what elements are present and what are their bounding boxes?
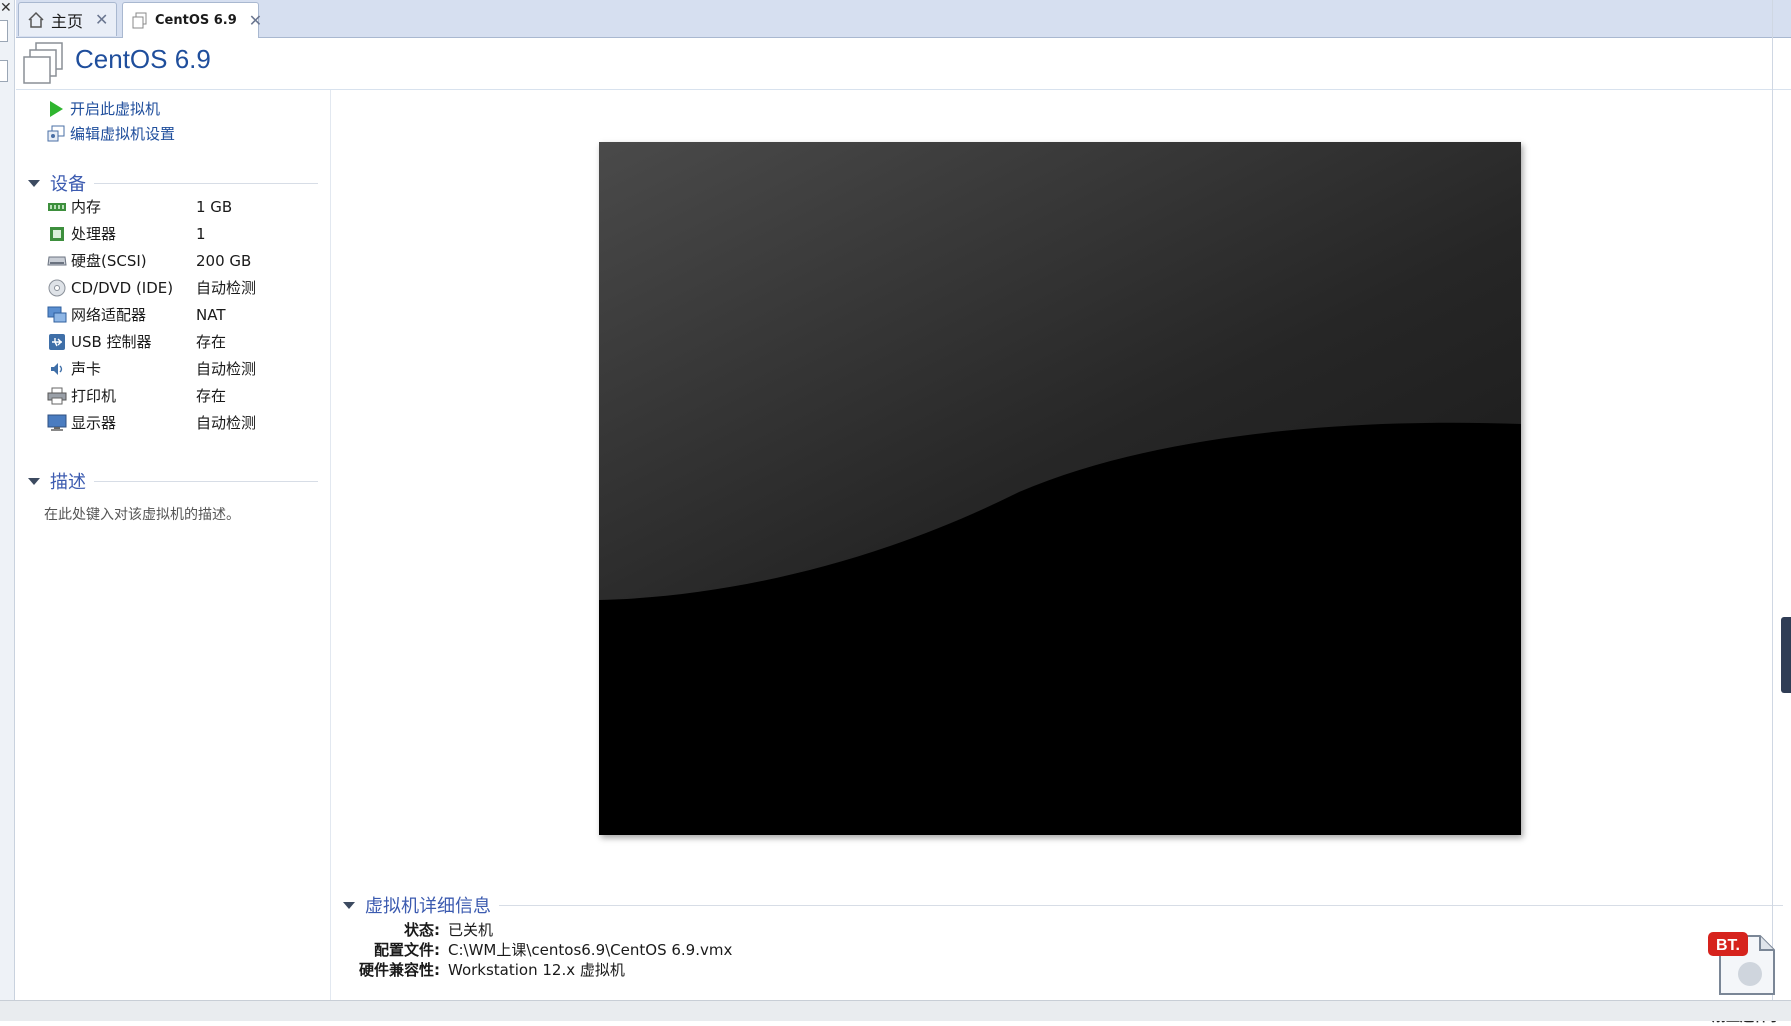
device-row-printer[interactable]: 打印机 存在 bbox=[46, 383, 326, 408]
close-icon[interactable]: ✕ bbox=[249, 11, 262, 30]
edit-settings-label: 编辑虚拟机设置 bbox=[70, 125, 176, 143]
device-value: 1 bbox=[196, 224, 206, 243]
pane-edge-control[interactable] bbox=[0, 60, 8, 82]
home-icon bbox=[27, 10, 45, 30]
divider bbox=[94, 182, 318, 184]
vm-tab-icon bbox=[131, 11, 149, 31]
page-title: CentOS 6.9 bbox=[75, 44, 211, 74]
description-section-header[interactable]: 描述 bbox=[28, 468, 318, 494]
memory-icon bbox=[46, 197, 68, 217]
cd-dvd-icon bbox=[46, 278, 68, 298]
close-icon[interactable]: ✕ bbox=[95, 10, 108, 29]
sound-card-icon bbox=[46, 359, 68, 379]
hard-disk-icon bbox=[46, 251, 68, 271]
tab-label: 主页 bbox=[51, 11, 84, 31]
tab-bar: 主页 ✕ CentOS 6.9 ✕ bbox=[16, 0, 1791, 38]
device-row-display[interactable]: 显示器 自动检测 bbox=[46, 410, 326, 435]
device-name: 网络适配器 bbox=[71, 306, 147, 324]
pane-edge-control[interactable] bbox=[0, 20, 8, 42]
usb-icon bbox=[46, 332, 68, 352]
side-drawer-handle[interactable] bbox=[1781, 617, 1791, 693]
processor-icon bbox=[46, 224, 68, 244]
power-on-icon bbox=[46, 99, 66, 119]
description-section-title: 描述 bbox=[50, 472, 86, 493]
device-row-processor[interactable]: 处理器 1 bbox=[46, 221, 326, 246]
detail-label: 硬件兼容性: bbox=[359, 961, 440, 979]
device-value: 自动检测 bbox=[196, 360, 257, 378]
device-value: 200 GB bbox=[196, 251, 252, 270]
printer-icon bbox=[46, 386, 68, 406]
device-row-cd-dvd[interactable]: CD/DVD (IDE) 自动检测 bbox=[46, 275, 326, 300]
tab-centos[interactable]: CentOS 6.9 ✕ bbox=[122, 2, 262, 38]
device-name: USB 控制器 bbox=[71, 333, 152, 351]
device-value: 存在 bbox=[196, 387, 227, 405]
detail-row-hardware-compat: 硬件兼容性: Workstation 12.x 虚拟机 bbox=[343, 959, 1143, 979]
vm-details-section-header[interactable]: 虚拟机详细信息 bbox=[343, 892, 1783, 918]
close-icon[interactable]: ✕ bbox=[0, 0, 12, 16]
collapse-caret-icon[interactable] bbox=[28, 477, 40, 485]
device-name: 声卡 bbox=[71, 360, 102, 378]
edit-settings-button[interactable]: 编辑虚拟机设置 bbox=[46, 123, 175, 144]
status-bar bbox=[0, 1000, 1791, 1021]
tab-home[interactable]: 主页 ✕ bbox=[18, 2, 117, 36]
power-on-button[interactable]: 开启此虚拟机 bbox=[46, 98, 160, 119]
description-field[interactable]: 在此处键入对该虚拟机的描述。 bbox=[44, 504, 240, 524]
device-row-usb[interactable]: USB 控制器 存在 bbox=[46, 329, 326, 354]
device-value: 自动检测 bbox=[196, 414, 257, 432]
edit-settings-icon bbox=[46, 124, 66, 144]
devices-section-header[interactable]: 设备 bbox=[28, 170, 318, 196]
device-row-sound[interactable]: 声卡 自动检测 bbox=[46, 356, 326, 381]
detail-value: 已关机 bbox=[448, 921, 494, 939]
network-adapter-icon bbox=[46, 305, 68, 325]
divider bbox=[499, 904, 1783, 906]
bt-torrent-icon: BT. bbox=[1708, 932, 1775, 995]
divider bbox=[94, 480, 318, 482]
detail-value: C:\WM上课\centos6.9\CentOS 6.9.vmx bbox=[448, 941, 733, 959]
bt-torrent-widget[interactable]: BT. bbox=[1706, 928, 1778, 998]
device-name: 内存 bbox=[71, 198, 102, 216]
bt-badge-text: BT. bbox=[1716, 937, 1740, 954]
device-value: 自动检测 bbox=[196, 279, 257, 297]
detail-value: Workstation 12.x 虚拟机 bbox=[448, 961, 625, 979]
display-icon bbox=[46, 413, 68, 433]
collapse-caret-icon[interactable] bbox=[343, 901, 355, 909]
screen-gloss-graphic bbox=[599, 142, 1521, 835]
collapse-caret-icon[interactable] bbox=[28, 179, 40, 187]
vm-screen-preview[interactable] bbox=[599, 142, 1521, 835]
device-row-hard-disk[interactable]: 硬盘(SCSI) 200 GB bbox=[46, 248, 326, 273]
device-value: 存在 bbox=[196, 333, 227, 351]
device-value: NAT bbox=[196, 305, 226, 324]
adjacent-pane-edge: ✕ bbox=[0, 0, 15, 1002]
vm-header: CentOS 6.9 bbox=[16, 37, 1791, 90]
detail-label: 配置文件: bbox=[374, 941, 440, 959]
tab-label: CentOS 6.9 bbox=[155, 13, 237, 28]
vm-details-section-title: 虚拟机详细信息 bbox=[365, 896, 491, 917]
device-value: 1 GB bbox=[196, 197, 233, 216]
vm-summary-panel: 开启此虚拟机 编辑虚拟机设置 设备 内存 1 GB 处理器 1 硬盘(SCSI)… bbox=[16, 90, 331, 1000]
detail-row-config-file: 配置文件: C:\WM上课\centos6.9\CentOS 6.9.vmx bbox=[343, 939, 1143, 959]
device-name: 硬盘(SCSI) bbox=[71, 252, 147, 270]
power-on-label: 开启此虚拟机 bbox=[70, 100, 161, 118]
detail-row-state: 状态: 已关机 bbox=[343, 919, 1143, 939]
device-name: 打印机 bbox=[71, 387, 117, 405]
device-name: 显示器 bbox=[71, 414, 117, 432]
detail-label: 状态: bbox=[404, 921, 440, 939]
device-row-network[interactable]: 网络适配器 NAT bbox=[46, 302, 326, 327]
right-edge-divider bbox=[1772, 0, 1773, 1002]
device-name: CD/DVD (IDE) bbox=[71, 278, 174, 297]
devices-section-title: 设备 bbox=[50, 174, 86, 195]
virtual-machine-icon bbox=[22, 41, 66, 89]
device-name: 处理器 bbox=[71, 225, 117, 243]
device-row-memory[interactable]: 内存 1 GB bbox=[46, 194, 326, 219]
